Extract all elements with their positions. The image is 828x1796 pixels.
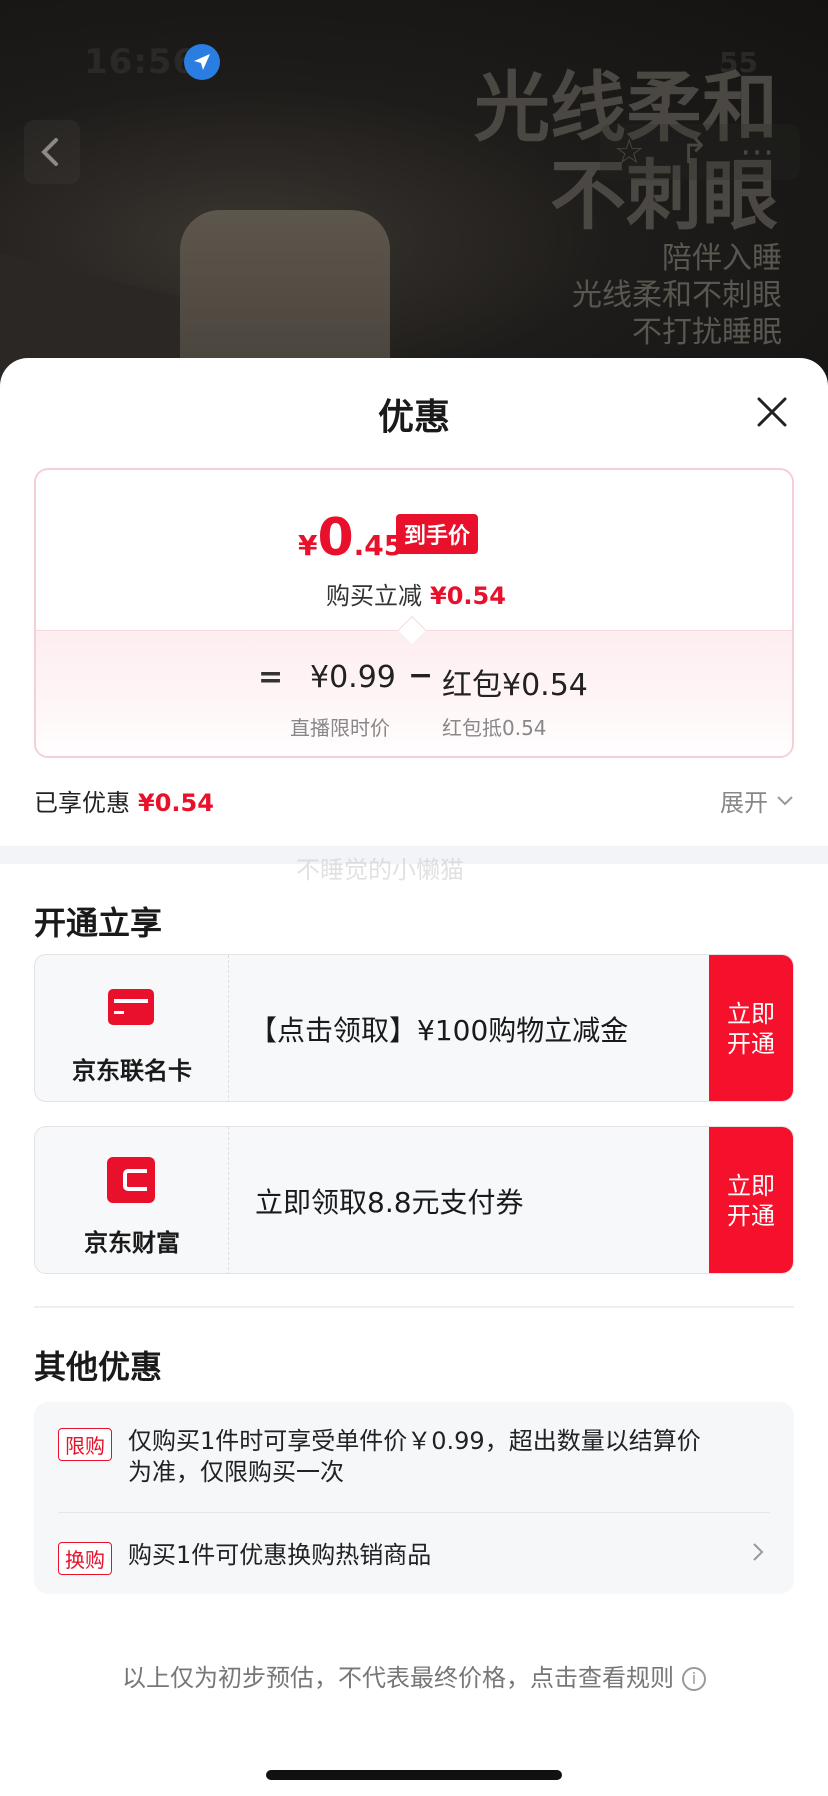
separator (58, 1512, 770, 1513)
star-icon[interactable]: ☆ (614, 132, 644, 172)
final-price: ¥ 0 .45 (298, 508, 404, 568)
expand-toggle[interactable]: 展开 (720, 783, 794, 818)
close-icon (757, 397, 787, 427)
limit-tag: 限购 (58, 1428, 112, 1461)
equals-sign: = (258, 660, 284, 695)
hero-subtitle: 陪伴入睡 光线柔和不刺眼 不打扰睡眠 (572, 241, 782, 350)
live-price-value: ¥0.99 (310, 660, 396, 695)
more-icon[interactable]: ⋯ (740, 132, 774, 172)
back-arrow-icon (41, 138, 58, 166)
offer-logo-area: 京东财富 (35, 1127, 229, 1273)
live-price-label: 直播限时价 (290, 716, 390, 740)
status-time: 16:56 (84, 42, 198, 82)
offer-card-jd-card[interactable]: 京东联名卡 【点击领取】¥100购物立减金 立即 开通 (34, 954, 794, 1102)
offer-name: 京东财富 (84, 1229, 180, 1257)
back-button[interactable] (24, 120, 80, 184)
offer-desc: 【点击领取】¥100购物立减金 (249, 1014, 629, 1047)
info-icon: i (682, 1667, 706, 1691)
price-card: ¥ 0 .45 到手价 购买立减 ¥0.54 = ¥0.99 − 红包¥0.54 … (34, 468, 794, 758)
offer-desc: 立即领取8.8元支付券 (255, 1186, 524, 1219)
chevron-right-icon (753, 1543, 764, 1561)
redpacket-value: 红包¥0.54 (442, 668, 588, 703)
final-price-tag: 到手价 (396, 514, 479, 554)
exchange-text: 购买1件可优惠换购热销商品 (128, 1541, 432, 1569)
redpacket-label: 红包抵0.54 (442, 716, 547, 740)
share-icon[interactable]: ↱ (680, 132, 709, 172)
divider (34, 1306, 794, 1308)
exchange-tag: 换购 (58, 1542, 112, 1575)
open-section-title: 开通立享 (34, 904, 163, 942)
footnote[interactable]: 以上仅为初步预估，不代表最终价格，点击查看规则 i (0, 1658, 828, 1693)
card-icon (108, 989, 154, 1025)
price-breakdown (36, 630, 792, 756)
watermark: 不睡觉的小懒猫 (296, 856, 464, 884)
close-button[interactable] (754, 394, 790, 430)
product-image: 16:56 55 光线柔和 不刺眼 陪伴入睡 光线柔和不刺眼 不打扰睡眠 ☆ ↱… (0, 0, 828, 400)
sheet-title: 优惠 (377, 397, 450, 438)
location-icon (184, 44, 220, 80)
enjoyed-discount: 已享优惠 ¥0.54 (34, 789, 214, 817)
limit-text: 仅购买1件时可享受单件价￥0.99，超出数量以结算价 为准，仅限购买一次 (128, 1427, 701, 1486)
offer-logo-area: 京东联名卡 (35, 955, 229, 1101)
chevron-down-icon (777, 795, 793, 805)
offer-name: 京东联名卡 (72, 1057, 192, 1085)
open-now-button[interactable]: 立即 开通 (709, 1127, 793, 1273)
home-indicator (266, 1770, 562, 1780)
reduce-line: 购买立减 ¥0.54 (326, 582, 506, 610)
other-discounts: 限购 仅购买1件时可享受单件价￥0.99，超出数量以结算价 为准，仅限购买一次 … (34, 1402, 794, 1594)
top-actions: ☆ ↱ ⋯ (600, 124, 800, 180)
open-now-button[interactable]: 立即 开通 (709, 955, 793, 1101)
minus-sign: − (408, 658, 434, 693)
other-section-title: 其他优惠 (34, 1348, 163, 1386)
wallet-icon (107, 1157, 155, 1203)
offer-card-jd-finance[interactable]: 京东财富 立即领取8.8元支付券 立即 开通 (34, 1126, 794, 1274)
discount-sheet: 优惠 ¥ 0 .45 到手价 购买立减 ¥0.54 = ¥0.99 − 红包¥0.… (0, 358, 828, 1796)
